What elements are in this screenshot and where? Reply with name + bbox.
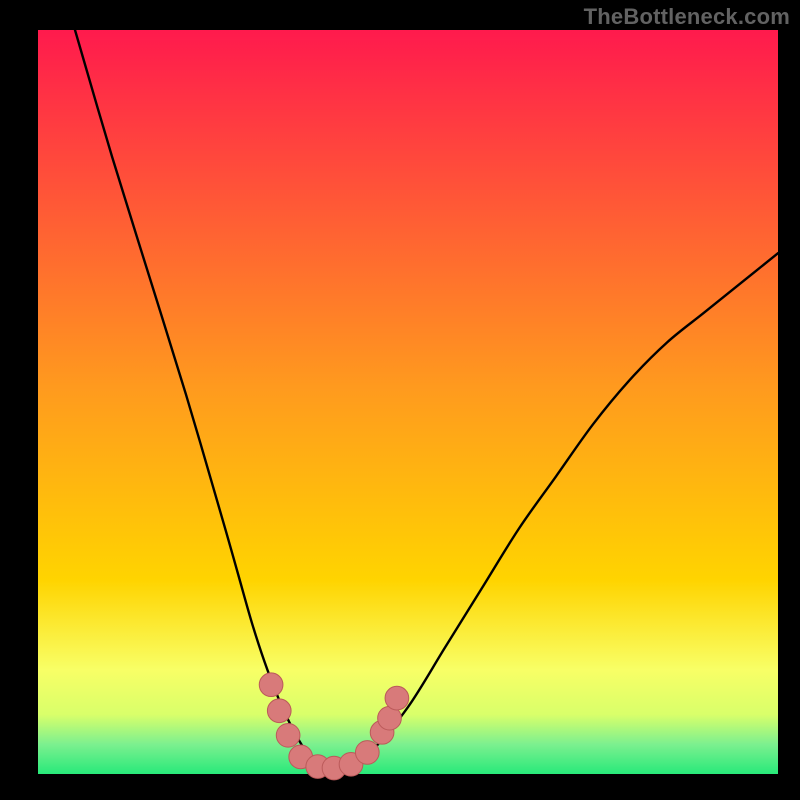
chart-stage: { "watermark": "TheBottleneck.com", "col… — [0, 0, 800, 800]
bottleneck-chart — [0, 0, 800, 800]
watermark-text: TheBottleneck.com — [584, 4, 790, 30]
plot-background — [38, 30, 778, 774]
curve-marker — [267, 699, 291, 723]
curve-marker — [385, 686, 409, 710]
curve-marker — [259, 673, 283, 697]
curve-marker — [355, 741, 379, 765]
curve-marker — [276, 723, 300, 747]
